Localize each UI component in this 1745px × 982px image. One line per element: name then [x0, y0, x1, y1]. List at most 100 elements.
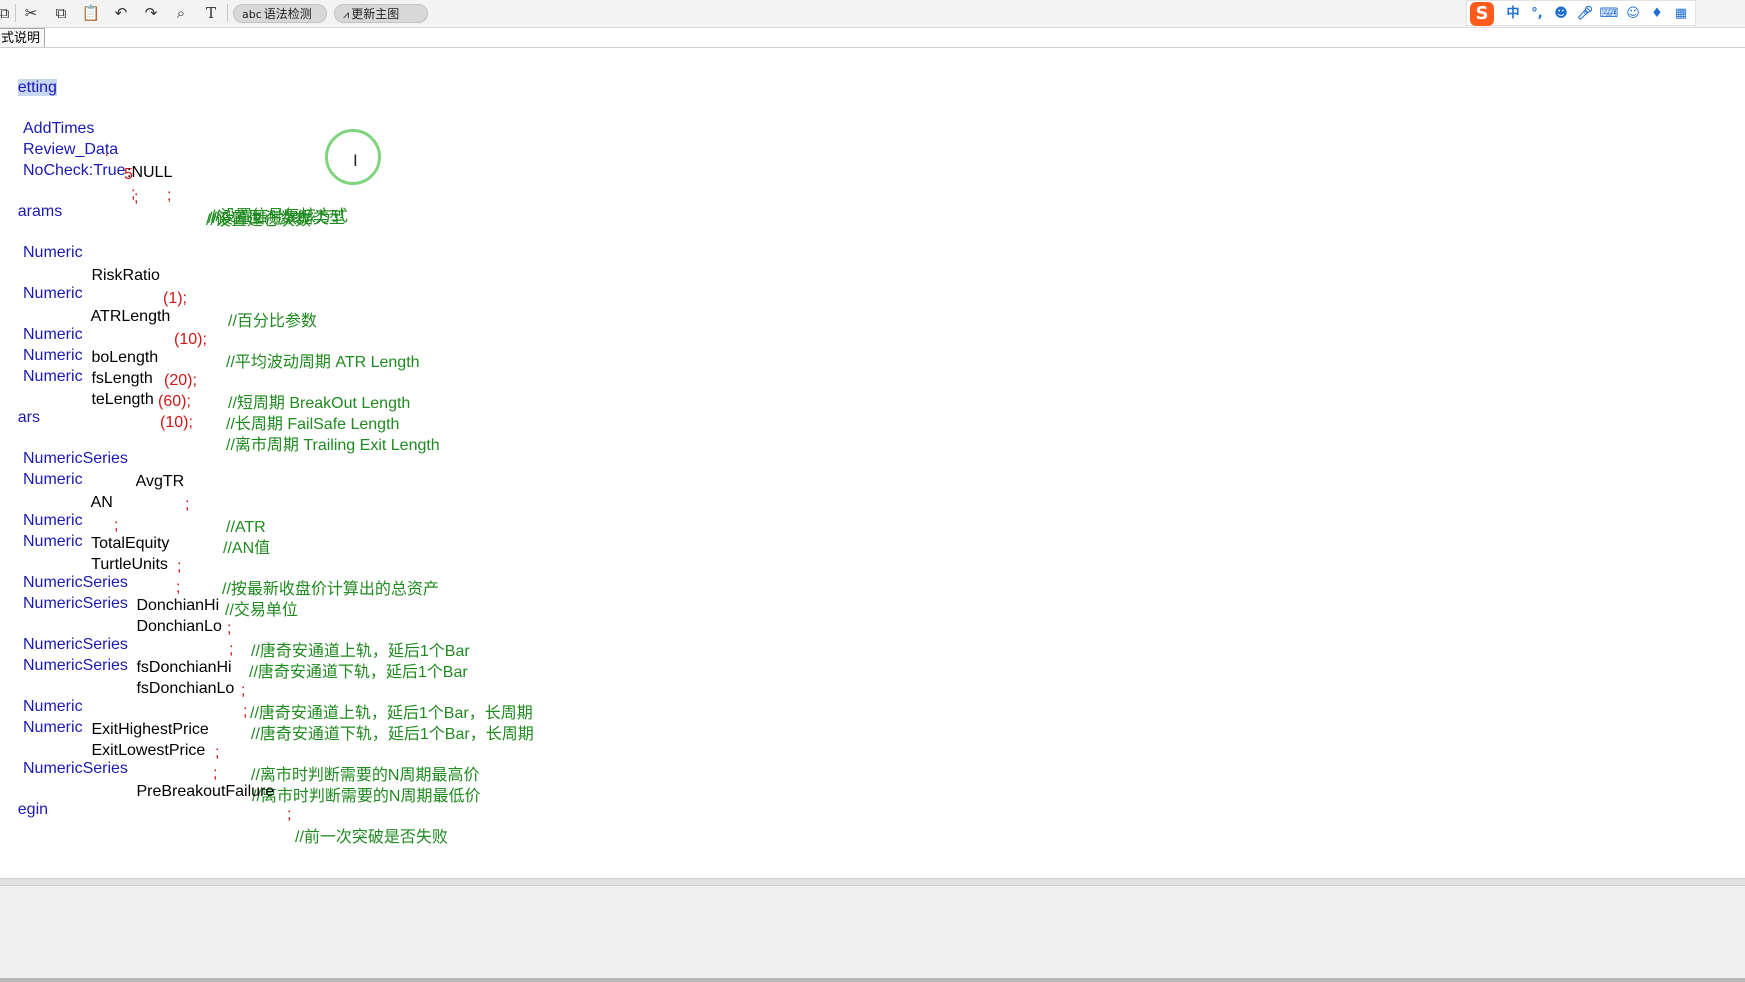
chart-icon: ⩘ [343, 8, 350, 21]
code-line: NumericSeries DonchianHi ; //唐奇安通道上轨，延后1… [0, 548, 470, 660]
identifier: fsLength [87, 370, 153, 387]
emoji-icon[interactable]: ☻ [1551, 4, 1571, 24]
update-chart-button[interactable]: ⩘ 更新主图 [334, 4, 428, 23]
code-line: NumericSeries fsDonchianHi ; //唐奇安通道上轨，延… [0, 610, 533, 722]
text-cursor-icon: I [353, 151, 358, 170]
type-keyword: Numeric [23, 244, 83, 261]
code-line: Numeric AN ; //AN值 [0, 445, 270, 557]
type-keyword: Numeric [23, 326, 83, 343]
copy-icon[interactable]: ⧉ [0, 3, 14, 23]
type-keyword: Numeric [23, 471, 83, 488]
section-keyword: egin [17, 801, 49, 818]
skin-icon[interactable]: ♦ [1647, 4, 1667, 24]
number-literal: (20); [164, 372, 197, 389]
identifier: DonchianLo [132, 618, 222, 635]
code-line: NumericSeries PreBreakoutFailure ; //前一次… [0, 734, 448, 846]
ime-toolbar: S 中 °, ☻ 🎤︎ ⌨ ☺ ♦ ▦ [1466, 0, 1696, 26]
cut-icon[interactable]: ✂ [21, 3, 41, 23]
comment: //离市周期 Trailing Exit Length [226, 437, 440, 454]
ime-mode-toggle[interactable]: 中 [1503, 4, 1523, 24]
redo-icon[interactable]: ↷ [141, 3, 161, 23]
code-line: NumericSeries DonchianLo ; //唐奇安通道下轨，延后1… [0, 569, 468, 681]
type-keyword: Numeric [23, 285, 83, 302]
identifier: AN [87, 494, 113, 511]
code-editor[interactable]: etting AddTimes : 5 ; //设置建仓次数 Review_Da… [0, 48, 1745, 880]
type-keyword: NumericSeries [23, 595, 128, 612]
type-keyword: Numeric [23, 512, 83, 529]
comment: //按最新收盘价计算出的总资产 [222, 581, 439, 598]
toolbar: ⧉ ✂ ⧉ 📋 ↶ ↷ ⌕ T abc 语法检测 ⩘ 更新主图 S 中 °, ☻ 🎤… [0, 0, 1745, 28]
value: :NULL [127, 164, 173, 181]
sogou-logo-icon[interactable]: S [1470, 2, 1494, 26]
copy-icon[interactable]: ⧉ [51, 3, 71, 23]
type-keyword: Numeric [23, 533, 83, 550]
semicolon: ; [287, 806, 292, 823]
code-line: Numeric fsLength (60); //长周期 FailSafe Le… [0, 321, 399, 433]
status-strip [0, 978, 1745, 982]
toolbar-separator [227, 4, 228, 22]
panel-splitter[interactable] [0, 878, 1745, 886]
code-line: Numeric ExitLowestPrice ; //离市时判断需要的N周期最… [0, 693, 480, 805]
semicolon: ; [167, 187, 172, 204]
number-literal: (10); [174, 331, 207, 348]
code-line: arams [0, 177, 62, 220]
user-icon[interactable]: ☺ [1623, 4, 1643, 24]
tab-formula-description[interactable]: 式说明 [0, 28, 46, 48]
text-icon[interactable]: T [201, 3, 221, 23]
identifier: RiskRatio [87, 267, 160, 284]
type-keyword: NumericSeries [23, 574, 128, 591]
code-line: Numeric ExitHighestPrice ; //离市时判断需要的N周期… [0, 672, 479, 784]
identifier: PreBreakoutFailure [132, 783, 275, 800]
code-line: Numeric TotalEquity ; //按最新收盘价计算出的总资产 [0, 486, 439, 598]
code-line: Review_Data :NULL ; //设置回测数据类型 [0, 115, 345, 227]
semicolon: ; [177, 558, 182, 575]
semicolon: ; [215, 744, 220, 761]
paste-icon[interactable]: 📋 [81, 3, 101, 23]
identifier: AddTimes [23, 120, 95, 137]
number-literal: (60); [158, 393, 191, 410]
undo-icon[interactable]: ↶ [111, 3, 131, 23]
code-line: Numeric teLength (10); //离市周期 Trailing E… [0, 342, 440, 454]
semicolon: ; [241, 682, 246, 699]
identifier: fsDonchianHi [132, 659, 232, 676]
comment: //长周期 FailSafe Length [226, 416, 400, 433]
syntax-check-label: 语法检测 [263, 7, 312, 21]
syntax-check-button[interactable]: abc 语法检测 [233, 4, 327, 23]
output-panel [0, 886, 1745, 980]
section-keyword: arams [17, 203, 63, 220]
comment: //前一次突破是否失败 [295, 829, 448, 846]
keyboard-icon[interactable]: ⌨ [1599, 4, 1619, 24]
search-icon[interactable]: ⌕ [171, 3, 191, 23]
toolbox-icon[interactable]: ▦ [1671, 4, 1691, 24]
code-line: egin [0, 775, 48, 818]
semicolon: ; [131, 185, 136, 202]
comment: //平均波动周期 ATR Length [226, 354, 420, 371]
punctuation-icon[interactable]: °, [1527, 4, 1547, 24]
identifier: TotalEquity [87, 535, 170, 552]
identifier: Review_Data [23, 141, 119, 158]
code-line: NoCheck:True ; //设置信号复核方式 [0, 136, 348, 225]
comment: //设置信号复核方式 [211, 208, 348, 225]
code-line: ars [0, 383, 40, 426]
comment: //交易单位 [225, 602, 298, 619]
code-line: Numeric TurtleUnits ; //交易单位 [0, 507, 298, 619]
type-keyword: Numeric [23, 698, 83, 715]
type-keyword: NumericSeries [23, 636, 128, 653]
type-keyword: NumericSeries [23, 657, 128, 674]
microphone-icon[interactable]: 🎤︎ [1575, 4, 1595, 24]
semicolon: ; [227, 620, 232, 637]
type-keyword: NumericSeries [23, 450, 128, 467]
code-line: AddTimes : 5 ; //设置建仓次数 [0, 94, 311, 229]
code-line: etting [0, 53, 57, 96]
type-keyword: Numeric [23, 719, 83, 736]
comment: //ATR [226, 519, 266, 536]
identifier: AvgTR [132, 473, 185, 490]
spellcheck-icon: abc [242, 8, 262, 21]
identifier: ExitHighestPrice [87, 721, 209, 738]
comment: //唐奇安通道下轨，延后1个Bar [249, 664, 468, 681]
identifier: fsDonchianLo [132, 680, 235, 697]
code-line: NumericSeries AvgTR ; //ATR [0, 424, 266, 536]
comment: //唐奇安通道下轨，延后1个Bar，长周期 [251, 726, 534, 743]
tab-label: 式说明 [1, 31, 41, 46]
toolbar-separator [15, 4, 16, 22]
